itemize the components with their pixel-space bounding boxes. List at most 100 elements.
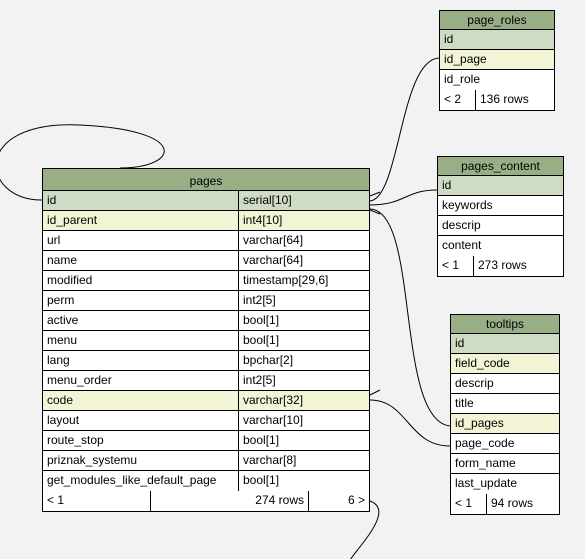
- column-type: int2[5]: [239, 371, 369, 390]
- column-name: code: [43, 391, 239, 410]
- column-name: id: [438, 176, 563, 195]
- column-name: id_role: [440, 70, 554, 90]
- column-name: descrip: [451, 374, 559, 393]
- table-page-roles-footer: < 2 136 rows: [440, 90, 554, 110]
- column-name: id_page: [440, 50, 554, 69]
- column-name: get_modules_like_default_page: [43, 471, 239, 491]
- column-type: bool[1]: [239, 431, 369, 450]
- column-type: varchar[64]: [239, 251, 369, 270]
- table-tooltips[interactable]: tooltips idfield_codedescriptitleid_page…: [450, 314, 560, 515]
- column-name: id: [43, 191, 239, 210]
- pager-prev[interactable]: < 1: [43, 491, 151, 511]
- row-count: 273 rows: [474, 256, 563, 276]
- pager-prev[interactable]: < 1: [438, 256, 474, 276]
- column-name: id_pages: [451, 414, 559, 433]
- column-row[interactable]: priznak_systemuvarchar[8]: [43, 451, 369, 471]
- column-row[interactable]: form_name: [451, 454, 559, 474]
- column-name: title: [451, 394, 559, 413]
- column-type: varchar[10]: [239, 411, 369, 430]
- column-row[interactable]: idserial[10]: [43, 191, 369, 211]
- pager-next[interactable]: 6 >: [309, 491, 369, 511]
- column-name: perm: [43, 291, 239, 310]
- column-type: serial[10]: [239, 191, 369, 210]
- column-type: timestamp[29,6]: [239, 271, 369, 290]
- column-row[interactable]: activebool[1]: [43, 311, 369, 331]
- column-row[interactable]: id_role: [440, 70, 554, 90]
- column-type: int2[5]: [239, 291, 369, 310]
- table-pages-title: pages: [43, 169, 369, 191]
- column-name: descrip: [438, 216, 563, 235]
- column-row[interactable]: route_stopbool[1]: [43, 431, 369, 451]
- column-type: bpchar[2]: [239, 351, 369, 370]
- column-type: varchar[64]: [239, 231, 369, 250]
- pager-prev[interactable]: < 1: [451, 494, 487, 514]
- column-name: last_update: [451, 474, 559, 494]
- column-name: layout: [43, 411, 239, 430]
- column-name: lang: [43, 351, 239, 370]
- table-pages-content[interactable]: pages_content idkeywordsdescripcontent <…: [437, 156, 564, 277]
- column-row[interactable]: id_page: [440, 50, 554, 70]
- column-name: field_code: [451, 354, 559, 373]
- column-type: int4[10]: [239, 211, 369, 230]
- column-name: name: [43, 251, 239, 270]
- table-page-roles-title: page_roles: [440, 11, 554, 30]
- column-name: menu_order: [43, 371, 239, 390]
- column-name: content: [438, 236, 563, 256]
- column-type: bool[1]: [239, 331, 369, 350]
- column-type: bool[1]: [239, 311, 369, 330]
- row-count: 136 rows: [476, 90, 554, 110]
- column-row[interactable]: codevarchar[32]: [43, 391, 369, 411]
- column-name: page_code: [451, 434, 559, 453]
- column-row[interactable]: menubool[1]: [43, 331, 369, 351]
- column-row[interactable]: id: [440, 30, 554, 50]
- table-tooltips-footer: < 1 94 rows: [451, 494, 559, 514]
- column-row[interactable]: urlvarchar[64]: [43, 231, 369, 251]
- table-tooltips-columns: idfield_codedescriptitleid_pagespage_cod…: [451, 334, 559, 494]
- column-row[interactable]: last_update: [451, 474, 559, 494]
- column-name: active: [43, 311, 239, 330]
- column-name: id_parent: [43, 211, 239, 230]
- column-row[interactable]: descrip: [438, 216, 563, 236]
- column-row[interactable]: content: [438, 236, 563, 256]
- column-row[interactable]: permint2[5]: [43, 291, 369, 311]
- table-pages-footer: < 1 274 rows 6 >: [43, 491, 369, 511]
- column-row[interactable]: id_parentint4[10]: [43, 211, 369, 231]
- column-name: id: [451, 334, 559, 353]
- column-row[interactable]: title: [451, 394, 559, 414]
- table-page-roles[interactable]: page_roles idid_pageid_role < 2 136 rows: [439, 10, 555, 111]
- column-name: id: [440, 30, 554, 49]
- table-pages-content-columns: idkeywordsdescripcontent: [438, 176, 563, 256]
- column-row[interactable]: descrip: [451, 374, 559, 394]
- table-pages[interactable]: pages idserial[10]id_parentint4[10]urlva…: [42, 168, 370, 512]
- column-row[interactable]: id: [451, 334, 559, 354]
- column-row[interactable]: field_code: [451, 354, 559, 374]
- table-page-roles-columns: idid_pageid_role: [440, 30, 554, 90]
- pager-prev[interactable]: < 2: [440, 90, 476, 110]
- column-row[interactable]: page_code: [451, 434, 559, 454]
- table-pages-content-title: pages_content: [438, 157, 563, 176]
- row-count: 94 rows: [487, 494, 559, 514]
- column-row[interactable]: id: [438, 176, 563, 196]
- column-row[interactable]: langbpchar[2]: [43, 351, 369, 371]
- column-name: keywords: [438, 196, 563, 215]
- column-name: url: [43, 231, 239, 250]
- column-row[interactable]: get_modules_like_default_pagebool[1]: [43, 471, 369, 491]
- row-count: 274 rows: [151, 491, 309, 511]
- column-type: varchar[8]: [239, 451, 369, 470]
- column-row[interactable]: keywords: [438, 196, 563, 216]
- column-type: varchar[32]: [239, 391, 369, 410]
- column-type: bool[1]: [239, 471, 369, 491]
- column-row[interactable]: modifiedtimestamp[29,6]: [43, 271, 369, 291]
- column-name: menu: [43, 331, 239, 350]
- column-row[interactable]: namevarchar[64]: [43, 251, 369, 271]
- table-pages-content-footer: < 1 273 rows: [438, 256, 563, 276]
- column-row[interactable]: layoutvarchar[10]: [43, 411, 369, 431]
- column-name: form_name: [451, 454, 559, 473]
- table-tooltips-title: tooltips: [451, 315, 559, 334]
- column-name: route_stop: [43, 431, 239, 450]
- column-row[interactable]: menu_orderint2[5]: [43, 371, 369, 391]
- column-row[interactable]: id_pages: [451, 414, 559, 434]
- column-name: priznak_systemu: [43, 451, 239, 470]
- table-pages-columns: idserial[10]id_parentint4[10]urlvarchar[…: [43, 191, 369, 491]
- column-name: modified: [43, 271, 239, 290]
